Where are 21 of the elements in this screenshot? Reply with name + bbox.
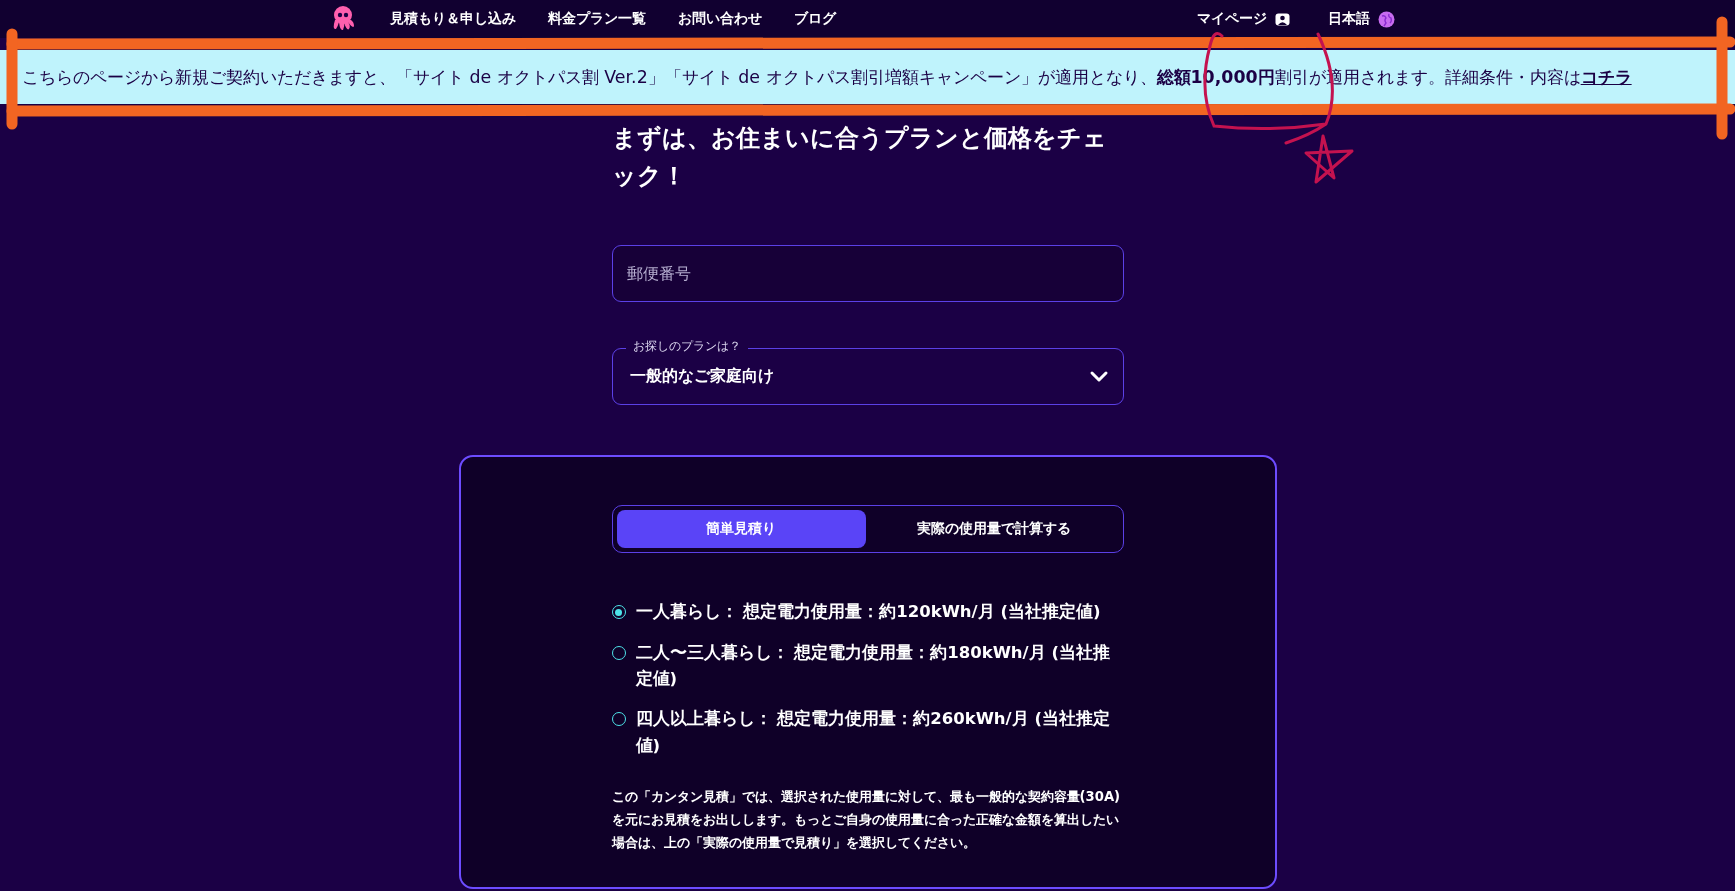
user-icon: [1275, 12, 1290, 26]
nav-link[interactable]: ブログ: [794, 10, 836, 28]
chevron-down-icon: [1088, 369, 1109, 384]
details-link[interactable]: コチラ: [1580, 67, 1632, 87]
nav-link[interactable]: お問い合わせ: [678, 10, 762, 28]
radio-option-label[interactable]: 四人以上暮らし： 想定電力使用量：約260kWh/月 (当社推定値): [635, 706, 1124, 760]
nav-link[interactable]: 見積もり＆申し込み: [390, 10, 516, 28]
radio-option-label[interactable]: 一人暮らし： 想定電力使用量：約120kWh/月 (当社推定値): [635, 599, 1101, 626]
radio-option-label[interactable]: 二人〜三人暮らし： 想定電力使用量：約180kWh/月 (当社推定値): [635, 639, 1124, 693]
estimate-note-text: この「カンタン見積」では、選択された使用量に対して、最も一般的な契約容量(30A)を元にお見積をお出しします。もっとご自身の使用量に合った正確な金額を算出したい場合は、上の「実際の使用量で見積り」を選択してください。: [611, 788, 1122, 853]
page-heading: まずは、お住まいに合うプランと価格をチェック！: [611, 123, 1108, 192]
language-selector[interactable]: 日本語: [1328, 10, 1395, 28]
nav-link[interactable]: 料金プラン一覧: [548, 10, 646, 28]
select-value: 一般的なご家庭向け: [629, 366, 774, 388]
field-label: お探しのプランは？: [625, 339, 748, 355]
estimate-mode-tab[interactable]: 実際の使用量で計算する: [869, 510, 1119, 549]
my-page-link[interactable]: マイページ: [1197, 10, 1290, 28]
star-annotation: [1304, 134, 1354, 184]
estimate-mode-tab[interactable]: 簡単見積り: [616, 510, 866, 549]
globe-icon: [1378, 10, 1395, 28]
postcode-input-field[interactable]: 郵便番号: [611, 245, 1124, 303]
